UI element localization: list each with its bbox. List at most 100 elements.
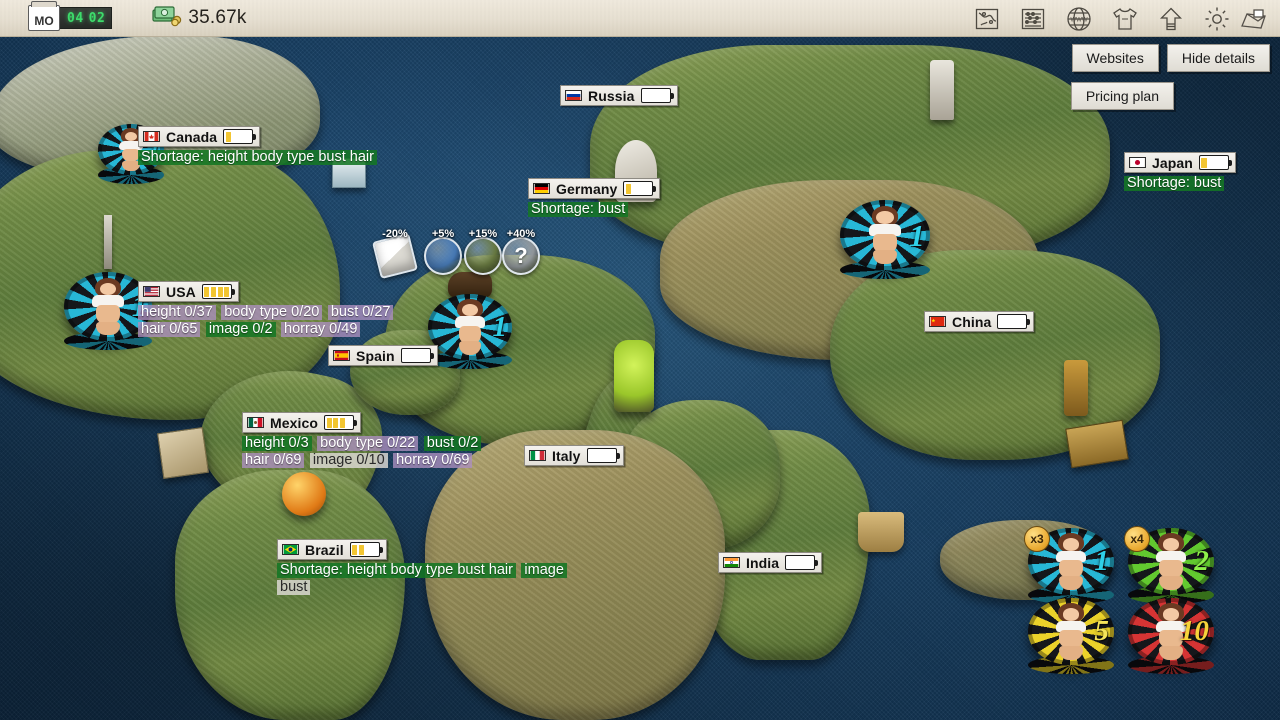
popularity-battery <box>201 284 235 299</box>
popularity-battery <box>324 415 358 430</box>
country-name: Russia <box>588 87 635 104</box>
battery-cell <box>1007 317 1012 327</box>
country-stat-tag: bust <box>277 579 311 596</box>
map-icon[interactable] <box>972 4 1002 34</box>
mail-envelope-icon[interactable] <box>1238 6 1272 32</box>
landmark-basket-india <box>858 512 904 552</box>
country-stats: height 0/3 body type 0/22 bust 0/2 hair … <box>242 435 512 469</box>
battery-cell <box>650 91 655 101</box>
pricing-plan-button[interactable]: Pricing plan <box>1070 82 1174 110</box>
country-header[interactable]: Russia <box>560 85 678 106</box>
chip-girl-art <box>1142 533 1200 590</box>
country-stat-tag: Shortage: height body type bust hair <box>138 149 377 166</box>
country-india[interactable]: India <box>718 552 823 573</box>
italy-flag <box>529 450 546 461</box>
battery-cell <box>633 184 638 194</box>
date-display: 04 02 <box>57 7 113 29</box>
country-usa[interactable]: USA height 0/37 body type 0/20 bust 0/27 … <box>138 281 408 338</box>
country-russia[interactable]: Russia <box>560 85 678 106</box>
bonus-icon <box>464 237 502 275</box>
country-stat-tag: horray 0/49 <box>281 321 361 338</box>
country-mexico[interactable]: Mexico height 0/3 body type 0/22 bust 0/2… <box>242 412 512 469</box>
country-canada[interactable]: Canada Shortage: height body type bust ha… <box>138 126 378 166</box>
chip-level-number: 1 <box>492 311 507 344</box>
tshirt-icon[interactable] <box>1110 4 1140 34</box>
popularity-battery <box>1198 155 1232 170</box>
battery-cell <box>416 351 421 361</box>
country-header[interactable]: India <box>718 552 823 573</box>
country-stats: height 0/37 body type 0/20 bust 0/27 hai… <box>138 304 408 338</box>
bonus-paper[interactable]: -20% <box>371 228 419 280</box>
country-stats: Shortage: height body type bust hair <box>138 149 378 166</box>
country-stat-tag: body type 0/20 <box>221 304 323 321</box>
token-europe[interactable]: 1 <box>428 294 512 369</box>
popularity-battery <box>349 542 383 557</box>
country-header[interactable]: Canada <box>138 126 261 147</box>
hide-details-button[interactable]: Hide details <box>1166 44 1270 72</box>
battery-cell <box>372 545 377 555</box>
country-stat-tag: Shortage: bust <box>528 201 629 218</box>
chip-multiplier-badge: x4 <box>1124 526 1150 552</box>
country-stat-tag: horray 0/69 <box>393 452 473 469</box>
battery-cell <box>239 132 244 142</box>
popularity-battery <box>623 181 657 196</box>
country-header[interactable]: Spain <box>328 345 438 366</box>
country-spain[interactable]: Spain <box>328 345 438 366</box>
gear-icon[interactable] <box>1202 4 1232 34</box>
country-stats: Shortage: bust <box>528 201 660 218</box>
popularity-battery <box>223 129 257 144</box>
abacus-icon[interactable] <box>1018 4 1048 34</box>
bonus-icon <box>424 237 462 275</box>
bonus-water[interactable]: +5% <box>424 228 462 275</box>
battery-cell <box>346 418 351 428</box>
battery-cell <box>1201 157 1207 168</box>
battery-cell <box>646 184 651 194</box>
websites-button[interactable]: Websites <box>1071 44 1159 72</box>
russia-flag <box>565 90 582 101</box>
chip-level-2[interactable]: 2 x4 <box>1124 526 1214 604</box>
country-name: India <box>746 554 780 571</box>
japan-flag <box>1129 157 1146 168</box>
country-italy[interactable]: Italy <box>524 445 624 466</box>
battery-cell <box>210 286 217 297</box>
bonus-village[interactable]: +15% <box>464 228 502 275</box>
country-stat-tag: image 0/10 <box>309 452 388 469</box>
www-globe-icon[interactable]: WWW <box>1064 4 1094 34</box>
chip-girl-art <box>78 277 138 336</box>
battery-cell <box>1215 158 1220 168</box>
germany-flag <box>533 183 550 194</box>
chip-level-1[interactable]: 1 x3 <box>1024 526 1114 604</box>
bonus-unknown[interactable]: +40%? <box>502 228 540 275</box>
battery-cell <box>1020 317 1025 327</box>
country-header[interactable]: Italy <box>524 445 624 466</box>
country-japan[interactable]: Japan Shortage: bust <box>1124 152 1236 192</box>
money-amount: 35.67k <box>188 7 247 28</box>
china-flag <box>929 316 946 327</box>
country-brazil[interactable]: Brazil Shortage: height body type bust ha… <box>277 539 577 596</box>
chip-level-10[interactable]: 10 <box>1128 598 1214 674</box>
token-asia[interactable]: 1 <box>840 200 930 279</box>
upgrade-icon[interactable] <box>1156 4 1186 34</box>
country-germany[interactable]: Germany Shortage: bust <box>528 178 661 218</box>
country-header[interactable]: Brazil <box>277 539 387 560</box>
country-stat-tag: bust 0/27 <box>327 304 394 321</box>
country-header[interactable]: Japan <box>1124 152 1236 173</box>
landmark-soccer-ball <box>282 472 326 516</box>
country-header[interactable]: Germany <box>528 178 661 199</box>
country-name: Canada <box>166 128 218 145</box>
country-china[interactable]: China <box>924 311 1035 332</box>
country-header[interactable]: USA <box>138 281 239 302</box>
chip-level-5[interactable]: 5 <box>1028 598 1114 674</box>
india-flag <box>723 557 740 568</box>
country-stat-tag: hair 0/69 <box>242 452 305 469</box>
country-header[interactable]: Mexico <box>242 412 362 433</box>
country-header[interactable]: China <box>924 311 1035 332</box>
battery-cell <box>788 558 793 568</box>
country-name: Japan <box>1152 154 1193 171</box>
country-stat-tag: height 0/3 <box>242 435 312 452</box>
battery-cell <box>1000 317 1005 327</box>
map-action-buttons: Websites Hide details Pricing plan <box>1010 44 1270 120</box>
battery-cell <box>602 451 607 461</box>
date-widget[interactable]: MO 04 02 <box>28 1 113 31</box>
battery-cell <box>1208 158 1213 168</box>
